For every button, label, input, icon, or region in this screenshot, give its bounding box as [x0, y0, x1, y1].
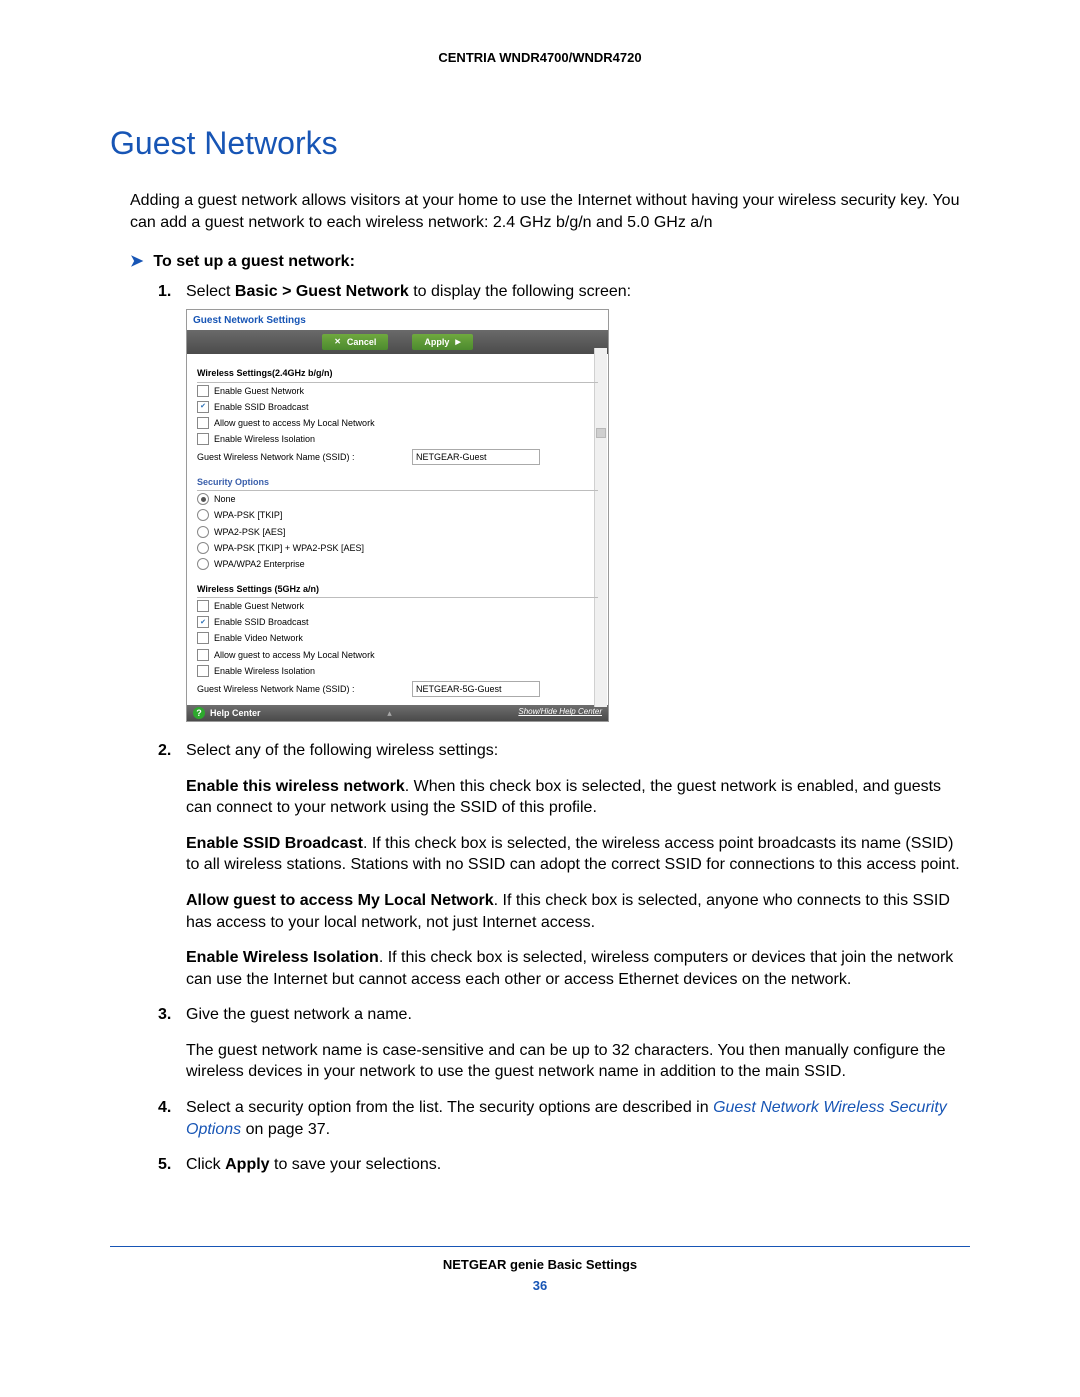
steps-list: 1. Select Basic > Guest Network to displ…: [158, 281, 970, 1176]
label: WPA/WPA2 Enterprise: [214, 558, 305, 570]
t: Apply: [225, 1156, 269, 1173]
guest-network-settings-ui: Guest Network Settings ✕ Cancel Apply ▶ …: [186, 309, 609, 722]
page-number: 36: [110, 1278, 970, 1293]
task-heading-text: To set up a guest network:: [153, 253, 355, 271]
checkbox-wireless-iso-5[interactable]: [197, 665, 209, 677]
checkbox-allow-local-5[interactable]: [197, 649, 209, 661]
label: Enable Guest Network: [214, 600, 304, 612]
t: on page 37.: [241, 1121, 330, 1138]
step-number: 3.: [158, 1004, 171, 1026]
apply-button[interactable]: Apply ▶: [412, 334, 472, 350]
label: Enable SSID Broadcast: [214, 401, 309, 413]
ui-title: Guest Network Settings: [187, 310, 608, 331]
cancel-button[interactable]: ✕ Cancel: [322, 334, 388, 350]
t: Select a security option from the list. …: [186, 1099, 713, 1116]
footer-text: NETGEAR genie Basic Settings: [110, 1257, 970, 1272]
page-footer: NETGEAR genie Basic Settings 36: [110, 1246, 970, 1293]
section-5ghz: Wireless Settings (5GHz a/n): [197, 580, 598, 598]
step-number: 2.: [158, 740, 171, 762]
t: Click: [186, 1156, 225, 1173]
label: Enable Wireless Isolation: [214, 665, 315, 677]
step-4: 4. Select a security option from the lis…: [158, 1097, 970, 1140]
t: Give the guest network a name.: [186, 1004, 970, 1026]
t: Enable SSID Broadcast: [186, 835, 363, 852]
ssid-label-24: Guest Wireless Network Name (SSID) :: [197, 451, 412, 463]
expand-up-icon[interactable]: ▴: [387, 707, 392, 719]
step-1: 1. Select Basic > Guest Network to displ…: [158, 281, 970, 722]
checkbox-enable-guest-24[interactable]: [197, 385, 209, 397]
label: WPA2-PSK [AES]: [214, 526, 285, 538]
task-heading: ➤ To set up a guest network:: [130, 251, 970, 271]
t: Enable Wireless Isolation: [186, 949, 379, 966]
checkbox-enable-ssid-5[interactable]: ✔: [197, 616, 209, 628]
label: Enable Guest Network: [214, 385, 304, 397]
help-bar: ? Help Center ▴ Show/Hide Help Center: [187, 705, 608, 721]
t: to save your selections.: [270, 1156, 442, 1173]
t: Allow guest to access My Local Network: [186, 892, 494, 909]
ssid-input-24[interactable]: [412, 449, 540, 465]
help-center-label[interactable]: Help Center: [210, 707, 261, 719]
radio-wpa-enterprise[interactable]: [197, 558, 209, 570]
step-3: 3. Give the guest network a name. The gu…: [158, 1004, 970, 1083]
t: to display the following screen:: [409, 283, 631, 300]
step-number: 4.: [158, 1097, 171, 1119]
close-icon: ✕: [334, 337, 341, 348]
t: Basic > Guest Network: [235, 283, 409, 300]
label: None: [214, 493, 236, 505]
section-24ghz: Wireless Settings(2.4GHz b/g/n): [197, 364, 598, 382]
checkbox-enable-guest-5[interactable]: [197, 600, 209, 612]
checkbox-enable-ssid-24[interactable]: ✔: [197, 401, 209, 413]
label: Enable SSID Broadcast: [214, 616, 309, 628]
help-icon[interactable]: ?: [193, 707, 205, 719]
checkbox-wireless-iso-24[interactable]: [197, 433, 209, 445]
section-security-options: Security Options: [197, 473, 598, 491]
checkbox-enable-video-5[interactable]: [197, 632, 209, 644]
ui-button-bar: ✕ Cancel Apply ▶: [187, 330, 608, 354]
label: WPA-PSK [TKIP] + WPA2-PSK [AES]: [214, 542, 364, 554]
radio-wpa-mixed[interactable]: [197, 542, 209, 554]
step-1-text: Select Basic > Guest Network to display …: [186, 283, 631, 300]
cancel-label: Cancel: [347, 336, 377, 348]
label: Allow guest to access My Local Network: [214, 417, 375, 429]
label: Enable Wireless Isolation: [214, 433, 315, 445]
t: Enable this wireless network: [186, 778, 405, 795]
step-5: 5. Click Apply to save your selections.: [158, 1154, 970, 1176]
ssid-label-5: Guest Wireless Network Name (SSID) :: [197, 683, 412, 695]
section-title: Guest Networks: [110, 125, 970, 162]
radio-wpa-tkip[interactable]: [197, 509, 209, 521]
step-number: 5.: [158, 1154, 171, 1176]
task-arrow-icon: ➤: [130, 251, 143, 271]
label: Allow guest to access My Local Network: [214, 649, 375, 661]
checkbox-allow-local-24[interactable]: [197, 417, 209, 429]
radio-none[interactable]: [197, 493, 209, 505]
radio-wpa2-aes[interactable]: [197, 526, 209, 538]
step-number: 1.: [158, 281, 171, 303]
doc-header: CENTRIA WNDR4700/WNDR4720: [110, 50, 970, 65]
t: The guest network name is case-sensitive…: [186, 1040, 970, 1083]
label: Enable Video Network: [214, 632, 303, 644]
t: Select: [186, 283, 235, 300]
step-2: 2. Select any of the following wireless …: [158, 740, 970, 990]
ssid-input-5[interactable]: [412, 681, 540, 697]
label: WPA-PSK [TKIP]: [214, 509, 282, 521]
section-intro: Adding a guest network allows visitors a…: [130, 190, 970, 233]
help-toggle-link[interactable]: Show/Hide Help Center: [518, 707, 602, 718]
apply-label: Apply: [424, 336, 449, 348]
step-2-intro: Select any of the following wireless set…: [186, 740, 970, 762]
play-icon: ▶: [455, 338, 460, 347]
